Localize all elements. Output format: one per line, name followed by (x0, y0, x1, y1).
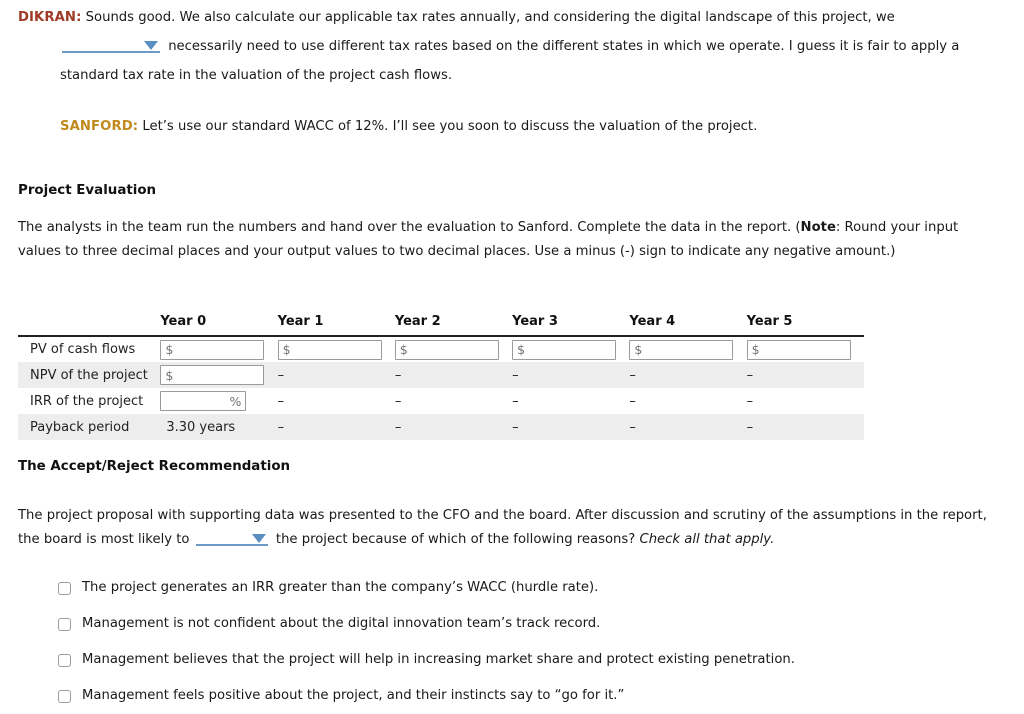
pv-year-1-input[interactable] (277, 339, 382, 360)
pv-year-0-input[interactable] (160, 339, 265, 360)
option-1-label: The project generates an IRR greater tha… (82, 580, 599, 595)
speaker-label-dikran: DIKRAN: (18, 10, 82, 25)
checkbox-option-3[interactable] (58, 653, 71, 667)
cell-payback-year-2: – (394, 419, 402, 435)
dikran-line-2: necessarily need to use different tax ra… (168, 39, 960, 54)
npv-input[interactable] (160, 365, 265, 385)
list-item[interactable]: Management believes that the project wil… (58, 642, 1024, 678)
column-header-year-1: Year 1 (277, 314, 324, 329)
option-3-label: Management believes that the project wil… (82, 652, 795, 667)
cell-irr-year-5: – (746, 393, 754, 409)
irr-input[interactable] (160, 391, 247, 411)
spacer-before-options (0, 552, 1024, 570)
dikran-line-3-row: standard tax rate in the valuation of th… (18, 61, 1004, 90)
intro-note-label: Note (800, 220, 836, 235)
cell-pv-year-4 (629, 336, 746, 362)
cell-pv-year-1 (277, 336, 395, 362)
list-item[interactable]: Management is not confident about the di… (58, 606, 1024, 642)
cell-npv-year-5: – (746, 367, 754, 383)
column-header-year-4: Year 4 (629, 314, 676, 329)
row-label-payback-period: Payback period (30, 419, 130, 435)
cell-npv-year-2: – (394, 367, 402, 383)
pv-year-2-input[interactable] (394, 339, 499, 360)
sanford-line-1: Let’s use our standard WACC of 12%. I’ll… (142, 119, 758, 134)
table-row: NPV of the project – – – – – (18, 362, 864, 388)
spacer-after-rec-heading (0, 474, 1024, 504)
table-row: PV of cash flows (18, 336, 864, 362)
intro-text-part1: The analysts in the team run the numbers… (18, 220, 801, 235)
rec-text-part2: the project because of which of the foll… (275, 532, 636, 547)
speaker-label-sanford: SANFORD: (60, 119, 139, 134)
dikran-line-1: Sounds good. We also calculate our appli… (85, 10, 895, 25)
dialogue-dikran: DIKRAN: Sounds good. We also calculate o… (18, 0, 1004, 32)
cell-payback-year-1: – (277, 419, 285, 435)
spacer-before-recommendation (0, 440, 1024, 459)
cell-payback-year-3: – (512, 419, 519, 435)
option-2-label: Management is not confident about the di… (82, 616, 601, 631)
column-header-year-2: Year 2 (394, 314, 441, 329)
row-label-pv-of-cash-flows: PV of cash flows (30, 342, 136, 357)
worksheet-page: DIKRAN: Sounds good. We also calculate o… (0, 0, 1024, 703)
dialogue-sanford: SANFORD: Let’s use our standard WACC of … (18, 112, 1004, 141)
chevron-down-icon (251, 534, 266, 543)
table-header-row: Year 0 Year 1 Year 2 Year 3 Year 4 Year … (18, 314, 864, 336)
cell-npv-year-3: – (512, 367, 519, 383)
pv-year-3-input[interactable] (512, 339, 617, 360)
checkbox-option-1[interactable] (58, 581, 71, 595)
cell-npv-year-1: – (277, 367, 285, 383)
row-label-irr-of-the-project: IRR of the project (30, 393, 144, 409)
recommendation-heading: The Accept/Reject Recommendation (18, 459, 291, 474)
cell-irr-year-3: – (512, 393, 519, 409)
table-row: Payback period 3.30 years – – – – – (18, 414, 864, 440)
table-body: PV of cash flows $ $ $ $ $ $ NPV of the … (18, 336, 864, 440)
cell-irr-year-2: – (394, 393, 402, 409)
table-header: Year 0 Year 1 Year 2 Year 3 Year 4 Year … (18, 314, 864, 336)
cell-payback-year-4: – (629, 419, 636, 435)
recommendation-paragraph: The project proposal with supporting dat… (0, 504, 1024, 552)
cell-irr-year-1: – (277, 393, 285, 409)
cell-npv-year-0 (160, 362, 277, 388)
checkbox-option-4[interactable] (58, 689, 71, 703)
spacer-after-heading (0, 198, 1024, 216)
cell-pv-year-0 (160, 336, 277, 362)
evaluation-table-wrap: Year 0 Year 1 Year 2 Year 3 Year 4 Year … (0, 314, 1024, 440)
cell-payback-year-0: 3.30 years (166, 419, 236, 435)
row-label-npv-of-the-project: NPV of the project (30, 367, 148, 383)
rec-text-italic: Check all that apply. (639, 532, 775, 547)
option-4-label: Management feels positive about the proj… (82, 688, 625, 703)
column-header-year-3: Year 3 (512, 314, 558, 329)
list-item[interactable]: Management feels positive about the proj… (58, 678, 1024, 714)
cell-pv-year-3 (512, 336, 629, 362)
pv-year-5-input[interactable] (746, 339, 851, 360)
cell-npv-year-4: – (629, 367, 636, 383)
project-evaluation-intro: The analysts in the team run the numbers… (0, 216, 1024, 264)
pv-year-4-input[interactable] (629, 339, 734, 360)
tax-rate-dropdown[interactable] (62, 37, 160, 53)
dialogue-section: DIKRAN: Sounds good. We also calculate o… (0, 0, 1024, 141)
cell-pv-year-5 (746, 336, 864, 362)
cell-payback-year-5: – (746, 419, 754, 435)
recommendation-options: The project generates an IRR greater tha… (0, 570, 1024, 714)
project-evaluation-heading: Project Evaluation (18, 183, 157, 198)
spacer-before-table (0, 264, 1024, 314)
chevron-down-icon (144, 41, 158, 50)
checkbox-option-2[interactable] (58, 617, 71, 631)
column-header-year-5: Year 5 (746, 314, 793, 329)
cell-irr-year-4: – (629, 393, 636, 409)
cell-irr-year-0 (160, 388, 277, 414)
dialogue-spacer (18, 90, 1004, 112)
dikran-line-3: standard tax rate in the valuation of th… (60, 68, 453, 83)
column-header-blank (18, 314, 160, 336)
list-item[interactable]: The project generates an IRR greater tha… (58, 570, 1024, 606)
spacer-before-evaluation (0, 141, 1024, 183)
accept-reject-dropdown[interactable] (195, 530, 268, 546)
table-row: IRR of the project – – – – – (18, 388, 864, 414)
column-header-year-0: Year 0 (160, 314, 207, 329)
dikran-line-2-row: necessarily need to use different tax ra… (18, 32, 1004, 61)
cell-pv-year-2 (394, 336, 512, 362)
evaluation-table: Year 0 Year 1 Year 2 Year 3 Year 4 Year … (18, 314, 864, 440)
